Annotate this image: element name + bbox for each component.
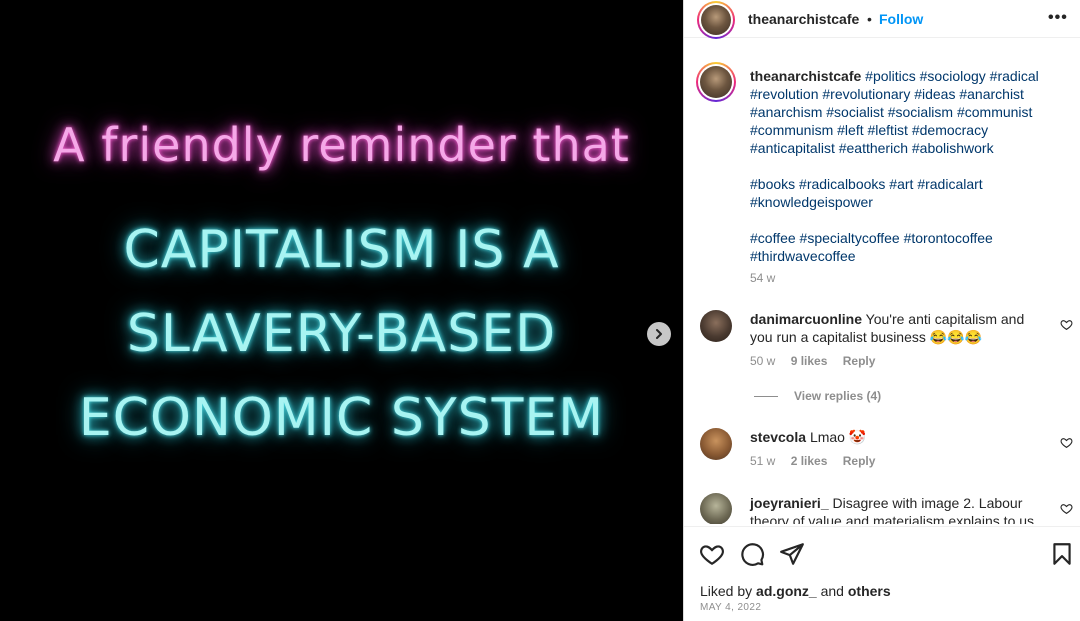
like-heart-icon[interactable] (699, 541, 725, 567)
chevron-right-icon (656, 329, 662, 339)
liked-by-others[interactable]: others (848, 583, 891, 599)
comment-meta: 50 w 9 likes Reply (750, 354, 887, 368)
post-side-panel: theanarchistcafe • Follow ••• theanarchi… (683, 0, 1080, 621)
liked-by-user[interactable]: ad.gonz_ (756, 583, 817, 599)
reply-button[interactable]: Reply (843, 454, 876, 468)
heart-icon[interactable] (1060, 318, 1073, 331)
media-text-line-4: ECONOMIC SYSTEM (78, 388, 605, 448)
comment-text: joeyranieri_ Disagree with image 2. Labo… (750, 494, 1050, 524)
comment-time[interactable]: 51 w (750, 454, 775, 468)
view-replies-button[interactable]: View replies (4) (754, 389, 881, 403)
bookmark-icon[interactable] (1049, 541, 1075, 567)
comment-username[interactable]: stevcola (750, 429, 806, 445)
post-header: theanarchistcafe • Follow ••• (684, 0, 1080, 39)
separator-dot: • (867, 11, 872, 27)
post-caption: theanarchistcafe #politics #sociology #r… (750, 67, 1070, 265)
liked-by-prefix: Liked by (700, 583, 753, 599)
media-text-line-2: CAPITALISM IS A (123, 220, 560, 280)
liked-by-and: and (820, 583, 844, 599)
post-media[interactable]: A friendly reminder that CAPITALISM IS A… (0, 0, 683, 621)
comment-username[interactable]: joeyranieri_ (750, 495, 829, 511)
next-image-button[interactable] (647, 322, 671, 346)
more-options-icon[interactable]: ••• (1048, 9, 1068, 27)
comment-username[interactable]: danimarcuonline (750, 311, 862, 327)
reply-button[interactable]: Reply (843, 354, 876, 368)
comment-likes[interactable]: 2 likes (791, 454, 828, 468)
comment-avatar[interactable] (700, 310, 732, 342)
follow-button[interactable]: Follow (879, 11, 923, 27)
liked-by: Liked by ad.gonz_ and others (700, 583, 891, 599)
caption-hashtags-3[interactable]: #coffee #specialtycoffee #torontocoffee … (750, 229, 1070, 265)
comment-likes[interactable]: 9 likes (791, 354, 828, 368)
media-text-line-1: A friendly reminder that (53, 118, 630, 172)
post-date[interactable]: MAY 4, 2022 (700, 602, 761, 613)
heart-icon[interactable] (1060, 436, 1073, 449)
caption-avatar[interactable] (696, 62, 736, 102)
view-replies-label: View replies (4) (794, 389, 882, 403)
share-paper-plane-icon[interactable] (779, 541, 805, 567)
author-avatar[interactable] (697, 1, 735, 39)
author-username[interactable]: theanarchistcafe (748, 11, 859, 27)
replies-divider (754, 396, 778, 398)
media-text-line-3: SLAVERY-BASED (126, 304, 557, 364)
comment-time[interactable]: 50 w (750, 354, 775, 368)
comment-text: danimarcuonline You're anti capitalism a… (750, 310, 1050, 346)
comments-list[interactable]: theanarchistcafe #politics #sociology #r… (684, 58, 1080, 524)
caption-hashtags-2[interactable]: #books #radicalbooks #art #radicalart #k… (750, 175, 1070, 211)
caption-timestamp[interactable]: 54 w (750, 271, 775, 285)
comment-avatar[interactable] (700, 428, 732, 460)
post-actions: Liked by ad.gonz_ and others MAY 4, 2022 (684, 526, 1080, 621)
comment-avatar[interactable] (700, 493, 732, 524)
comment-meta: 51 w 2 likes Reply (750, 454, 887, 468)
comment-body: Lmao 🤡 (809, 429, 867, 445)
caption-username[interactable]: theanarchistcafe (750, 68, 861, 84)
comment-text: stevcola Lmao 🤡 (750, 428, 1050, 446)
comment-bubble-icon[interactable] (739, 541, 765, 567)
heart-icon[interactable] (1060, 502, 1073, 515)
